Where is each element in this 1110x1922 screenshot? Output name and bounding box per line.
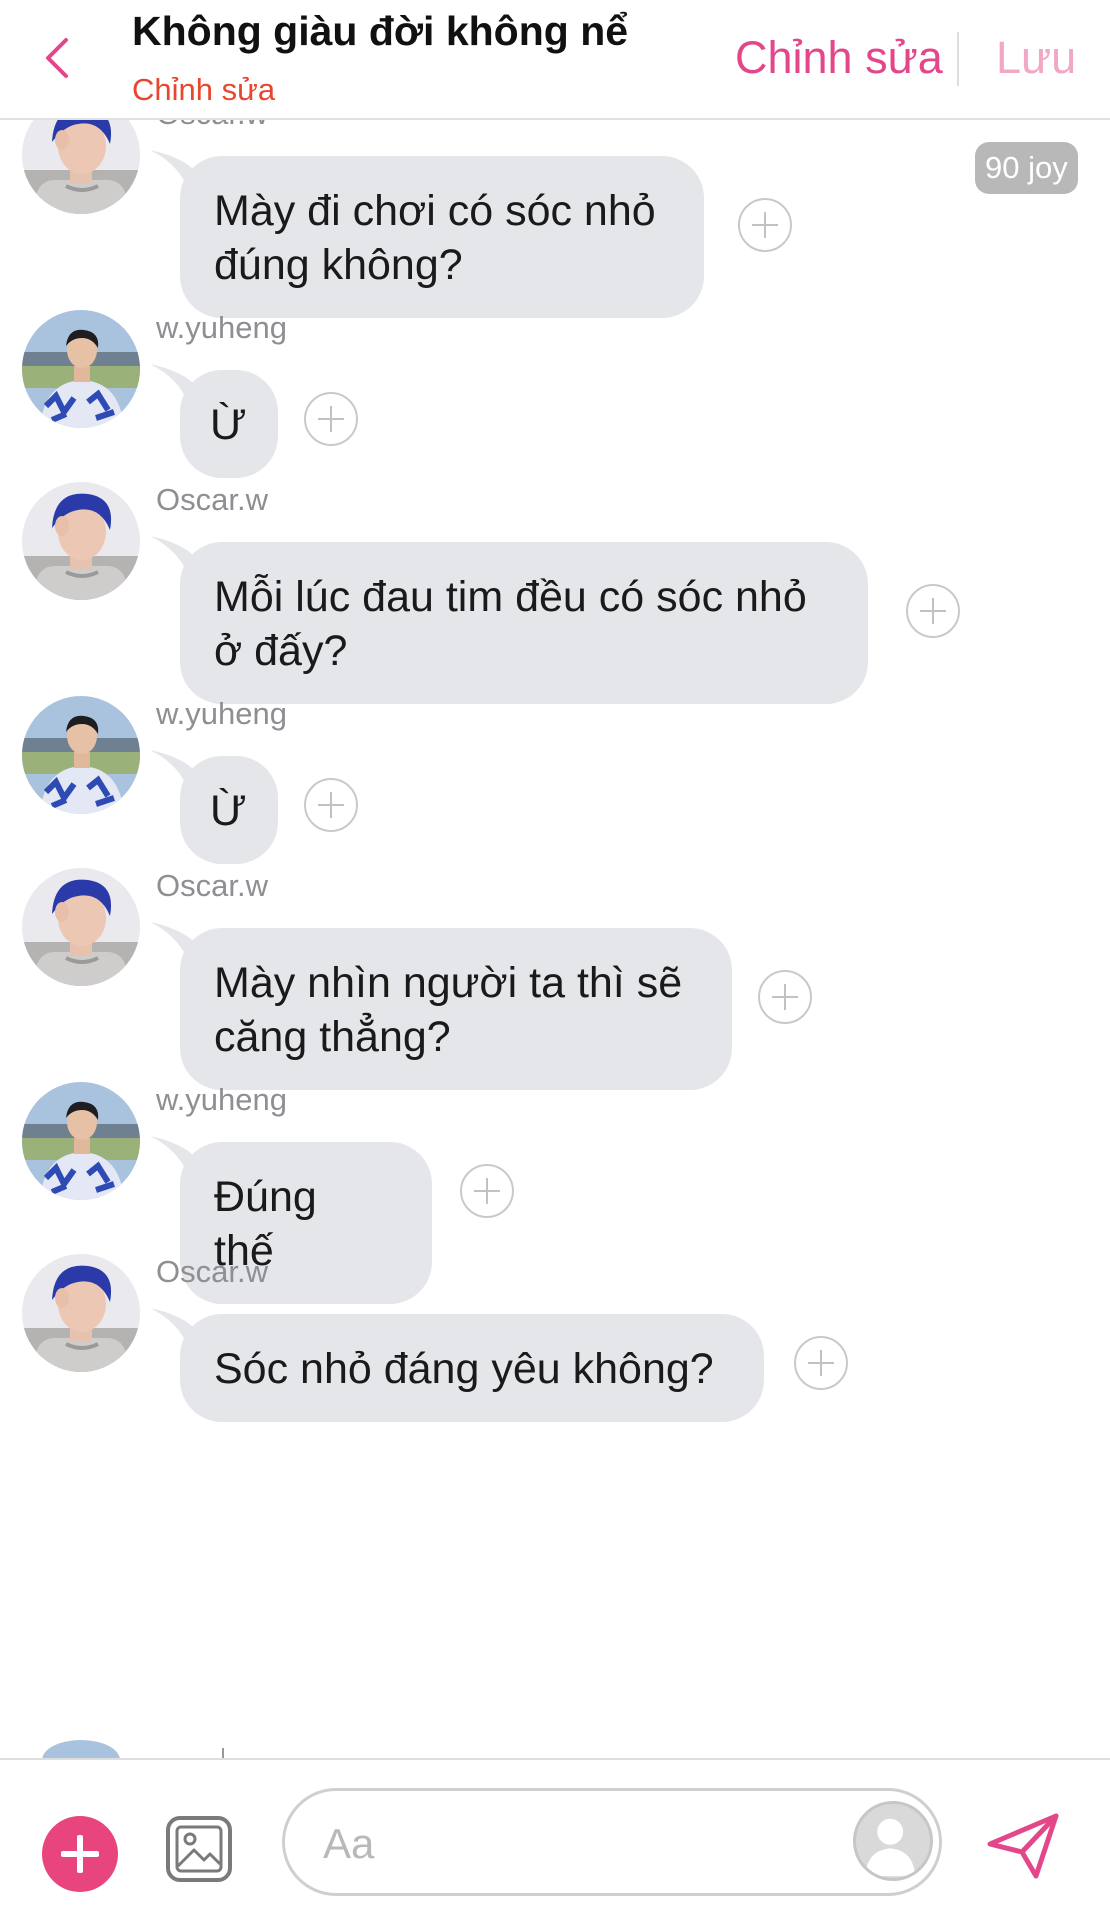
message-input[interactable] <box>321 1813 805 1875</box>
back-button[interactable] <box>36 30 80 86</box>
yuheng-avatar[interactable] <box>22 696 140 814</box>
top-bar: Không giàu đời không nể Chỉnh sửa Chỉnh … <box>0 0 1110 120</box>
yuheng-avatar-partial <box>42 1740 120 1758</box>
user-icon <box>865 1818 916 1877</box>
chat-subtitle: Chỉnh sửa <box>132 72 276 107</box>
yuheng-avatar[interactable] <box>22 310 140 428</box>
plus-icon[interactable] <box>42 1816 118 1892</box>
edit-button[interactable]: Chỉnh sửa <box>735 32 943 84</box>
sender-name: Oscar.w <box>156 482 268 517</box>
message-bubble[interactable]: Mày nhìn người ta thì sẽ căng thẳng? <box>180 928 732 1090</box>
message-bubble[interactable]: Ừ <box>180 756 278 864</box>
save-button[interactable]: Lưu <box>996 32 1076 84</box>
add-reaction-button[interactable] <box>738 198 792 252</box>
sender-name: Oscar.w <box>156 868 268 903</box>
header-divider <box>957 32 959 86</box>
message-bubble[interactable]: Mỗi lúc đau tim đều có sóc nhỏ ở đấy? <box>180 542 868 704</box>
chat-thread[interactable]: 90 joy Oscar.w Mày đi chơi có sóc nhỏ đú… <box>0 118 1110 1758</box>
oscar-avatar[interactable] <box>22 118 140 214</box>
add-reaction-button[interactable] <box>304 392 358 446</box>
composer-bar <box>0 1758 1110 1922</box>
message-bubble[interactable]: Mày đi chơi có sóc nhỏ đúng không? <box>180 156 704 318</box>
add-reaction-button[interactable] <box>906 584 960 638</box>
sender-name: Oscar.w <box>156 1254 268 1289</box>
sender-name-partial <box>222 1748 224 1758</box>
add-reaction-button[interactable] <box>460 1164 514 1218</box>
chat-title: Không giàu đời không nể <box>132 8 629 54</box>
message-bubble[interactable]: Sóc nhỏ đáng yêu không? <box>180 1314 764 1422</box>
message-text: Ừ <box>210 787 247 835</box>
message-text: Mày đi chơi có sóc nhỏ đúng không? <box>214 187 656 289</box>
oscar-avatar[interactable] <box>22 482 140 600</box>
sender-name: w.yuheng <box>156 310 287 345</box>
add-reaction-button[interactable] <box>758 970 812 1024</box>
chevron-left-icon <box>46 38 68 78</box>
message-text: Mày nhìn người ta thì sẽ căng thẳng? <box>214 959 683 1061</box>
oscar-avatar[interactable] <box>22 1254 140 1372</box>
sender-name: w.yuheng <box>156 1082 287 1117</box>
message-input-box[interactable] <box>282 1788 942 1896</box>
message-text: Mỗi lúc đau tim đều có sóc nhỏ ở đấy? <box>214 573 807 675</box>
message-text: Sóc nhỏ đáng yêu không? <box>214 1345 714 1393</box>
yuheng-avatar[interactable] <box>22 1082 140 1200</box>
oscar-avatar[interactable] <box>22 868 140 986</box>
message-bubble[interactable]: Ừ <box>180 370 278 478</box>
sender-name: w.yuheng <box>156 696 287 731</box>
send-icon[interactable] <box>984 1810 1062 1882</box>
message-text: Ừ <box>210 401 247 449</box>
sender-name: Oscar.w <box>156 118 268 132</box>
image-icon[interactable] <box>164 1814 234 1884</box>
add-reaction-button[interactable] <box>794 1336 848 1390</box>
joy-badge: 90 joy <box>975 142 1078 194</box>
persona-avatar-button[interactable] <box>853 1801 933 1881</box>
add-reaction-button[interactable] <box>304 778 358 832</box>
